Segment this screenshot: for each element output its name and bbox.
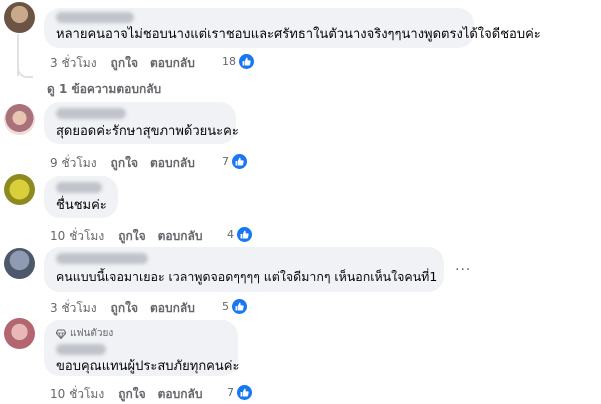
like-button[interactable]: ถูกใจ <box>118 385 145 404</box>
comment-actions: 10 ชั่วโมง ถูกใจ ตอบกลับ <box>50 227 214 246</box>
avatar[interactable] <box>4 2 35 33</box>
comment-bubble: แฟนตัวยง ขอบคุณแทนผู้ประสบภัยทุกคนค่ะ <box>44 320 240 376</box>
thread-connector <box>17 62 33 78</box>
reply-button[interactable]: ตอบกลับ <box>150 299 195 318</box>
comment-text: ชื่นชมค่ะ <box>56 198 107 213</box>
like-icon <box>232 154 247 169</box>
timestamp[interactable]: 9 ชั่วโมง <box>50 154 97 173</box>
timestamp[interactable]: 10 ชั่วโมง <box>50 385 104 404</box>
avatar[interactable] <box>4 104 35 135</box>
timestamp[interactable]: 3 ชั่วโมง <box>50 299 97 318</box>
like-button[interactable]: ถูกใจ <box>111 154 138 173</box>
reaction-number: 5 <box>222 300 229 313</box>
comment-bubble: คนแบบนี้เจอมาเยอะ เวลาพูดจอดๆๆๆๆ แต่ใจดี… <box>44 247 444 292</box>
comment-actions: 3 ชั่วโมง ถูกใจ ตอบกลับ <box>50 299 207 318</box>
comment-text: ขอบคุณแทนผู้ประสบภัยทุกคนค่ะ <box>56 359 240 374</box>
like-button[interactable]: ถูกใจ <box>111 54 138 73</box>
like-icon <box>237 227 252 242</box>
reaction-number: 18 <box>222 55 236 68</box>
like-icon <box>239 54 254 69</box>
comment-bubble: หลายคนอาจไม่ชอบนางแต่เราชอบและศรัทธาในตั… <box>44 8 541 48</box>
reply-button[interactable]: ตอบกลับ <box>158 227 203 246</box>
author-name[interactable] <box>56 344 106 355</box>
reaction-count[interactable]: 18 <box>222 54 254 69</box>
reply-button[interactable]: ตอบกลับ <box>158 385 203 404</box>
reaction-count[interactable]: 7 <box>227 385 252 400</box>
badge-label: แฟนตัวยง <box>70 328 114 339</box>
avatar[interactable] <box>4 174 35 205</box>
author-name[interactable] <box>56 182 102 193</box>
comment-text: คนแบบนี้เจอมาเยอะ เวลาพูดจอดๆๆๆๆ แต่ใจดี… <box>56 269 438 284</box>
reaction-count[interactable]: 4 <box>227 227 252 242</box>
diamond-icon <box>56 329 66 339</box>
comment-text: สุดยอดค่ะรักษาสุขภาพด้วยนะคะ <box>56 124 239 139</box>
like-button[interactable]: ถูกใจ <box>111 299 138 318</box>
like-icon <box>237 385 252 400</box>
comment-actions: 10 ชั่วโมง ถูกใจ ตอบกลับ <box>50 385 214 404</box>
reaction-count[interactable]: 7 <box>222 154 247 169</box>
comment-bubble: ชื่นชมค่ะ <box>44 176 118 218</box>
view-replies-link[interactable]: ดู 1 ข้อความตอบกลับ <box>47 80 161 99</box>
fan-badge: แฟนตัวยง <box>56 326 226 341</box>
reply-button[interactable]: ตอบกลับ <box>150 154 195 173</box>
timestamp[interactable]: 10 ชั่วโมง <box>50 227 104 246</box>
more-options-icon[interactable]: ··· <box>455 262 471 278</box>
reply-button[interactable]: ตอบกลับ <box>150 54 195 73</box>
avatar[interactable] <box>4 248 35 279</box>
avatar[interactable] <box>4 318 35 349</box>
author-name[interactable] <box>56 108 126 119</box>
like-button[interactable]: ถูกใจ <box>118 227 145 246</box>
comment-bubble: สุดยอดค่ะรักษาสุขภาพด้วยนะคะ <box>44 102 239 144</box>
comment-actions: 3 ชั่วโมง ถูกใจ ตอบกลับ <box>50 54 207 73</box>
reaction-number: 7 <box>222 155 229 168</box>
reaction-count[interactable]: 5 <box>222 299 247 314</box>
like-icon <box>232 299 247 314</box>
reaction-number: 7 <box>227 386 234 399</box>
comment-actions: 9 ชั่วโมง ถูกใจ ตอบกลับ <box>50 154 207 173</box>
author-name[interactable] <box>56 12 134 23</box>
reaction-number: 4 <box>227 228 234 241</box>
comment-text: หลายคนอาจไม่ชอบนางแต่เราชอบและศรัทธาในตั… <box>56 27 541 42</box>
timestamp[interactable]: 3 ชั่วโมง <box>50 54 97 73</box>
author-name[interactable] <box>56 253 148 264</box>
